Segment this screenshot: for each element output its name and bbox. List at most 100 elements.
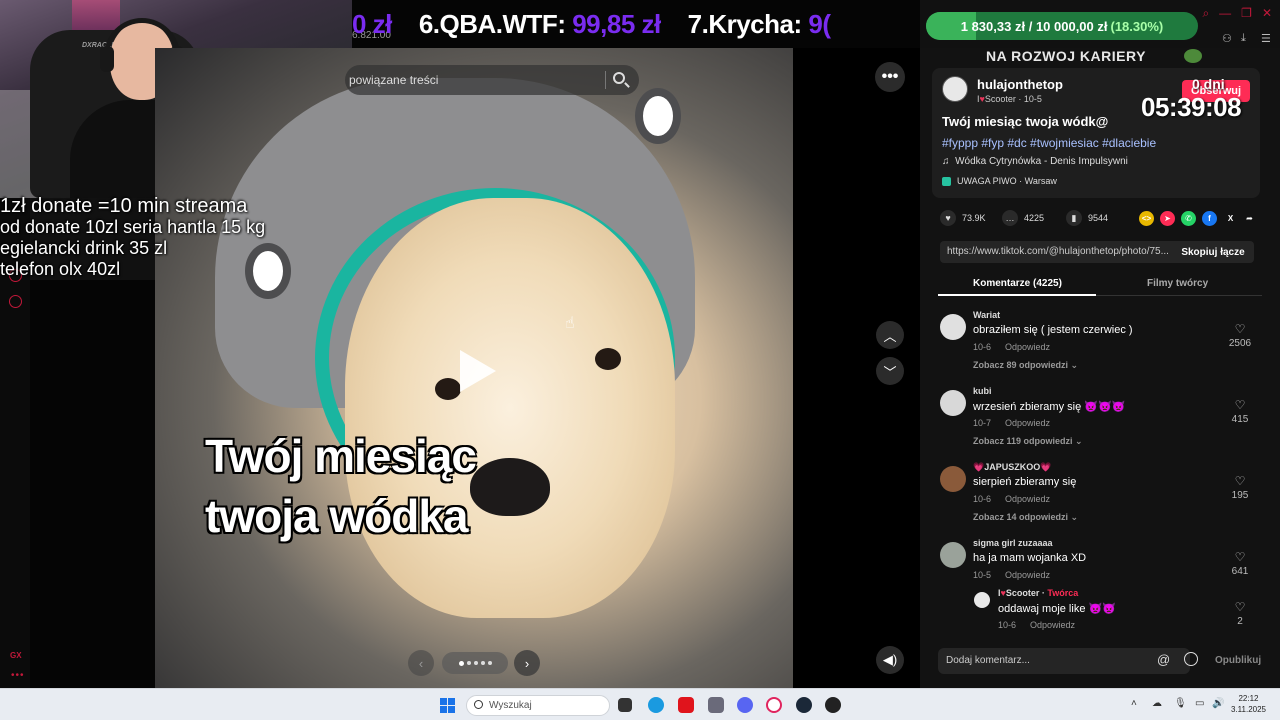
- x-icon[interactable]: X: [1223, 211, 1238, 226]
- minimize-icon[interactable]: —: [1219, 6, 1231, 26]
- commenter-name[interactable]: 💗JAPUSZKOO💗: [973, 462, 1051, 473]
- commenter-name[interactable]: kubi: [973, 386, 992, 396]
- send-icon[interactable]: ➤: [1160, 211, 1175, 226]
- comment-meta: 10-6 Odpowiedz: [973, 494, 1064, 504]
- tray-expand-icon[interactable]: ˄: [1131, 698, 1137, 709]
- heart-outline-icon[interactable]: ♡: [1220, 600, 1260, 614]
- comment-like[interactable]: ♡ 641: [1220, 550, 1260, 577]
- commenter-avatar[interactable]: [940, 314, 966, 340]
- author-username[interactable]: hulajonthetop: [977, 77, 1063, 92]
- embed-icon[interactable]: <>: [1139, 211, 1154, 226]
- like-button[interactable]: ♥ 73.9K: [940, 210, 986, 226]
- comment-button[interactable]: … 4225: [1002, 210, 1044, 226]
- clock-date: 3.11.2025: [1231, 705, 1266, 714]
- gx-icon[interactable]: GX: [10, 651, 22, 660]
- comment-date: 10-6: [973, 494, 992, 504]
- tab-creator-videos[interactable]: Filmy twórcy: [1147, 278, 1208, 289]
- copy-link-button[interactable]: Skopiuj łącze: [1172, 241, 1254, 263]
- volume-icon[interactable]: ◀): [876, 646, 904, 674]
- cloud-icon[interactable]: ☁: [1152, 698, 1162, 709]
- comment-like[interactable]: ♡ 2506: [1220, 322, 1260, 349]
- reply-button[interactable]: Odpowiedz: [1030, 620, 1075, 630]
- view-replies-button[interactable]: Zobacz 14 odpowiedzi ⌄: [973, 512, 1078, 523]
- commenter-avatar[interactable]: [974, 592, 990, 608]
- reply-button[interactable]: Odpowiedz: [1005, 570, 1050, 580]
- view-replies-button[interactable]: Zobacz 119 odpowiedzi ⌄: [973, 436, 1083, 447]
- emoji-icon[interactable]: [1184, 652, 1198, 666]
- carousel-next-button[interactable]: ›: [514, 650, 540, 676]
- menu-icon[interactable]: ☰: [1261, 32, 1271, 45]
- carousel-dot[interactable]: [487, 661, 492, 665]
- related-search-bar[interactable]: powiązane treści: [345, 65, 639, 95]
- youtube-icon[interactable]: [678, 697, 694, 713]
- carousel-dot[interactable]: [458, 660, 464, 666]
- whatsapp-icon[interactable]: ✆: [1181, 211, 1196, 226]
- comment-like[interactable]: ♡ 2: [1220, 600, 1260, 627]
- view-replies-button[interactable]: Zobacz 89 odpowiedzi ⌄: [973, 360, 1078, 371]
- edge-icon[interactable]: [648, 697, 664, 713]
- commenter-name[interactable]: Wariat: [973, 310, 1000, 320]
- facebook-icon[interactable]: f: [1202, 211, 1217, 226]
- profile-icon[interactable]: ⚇: [1222, 32, 1232, 45]
- mention-icon[interactable]: @: [1157, 652, 1170, 667]
- music-title[interactable]: Wódka Cytrynówka - Denis Impulsywni: [955, 156, 1128, 167]
- restore-icon[interactable]: ❐: [1241, 6, 1252, 26]
- search-icon[interactable]: ⌕: [1202, 6, 1209, 26]
- location-name[interactable]: UWAGA PIWO · Warsaw: [957, 176, 1057, 186]
- save-button[interactable]: ▮ 9544: [1066, 210, 1108, 226]
- carousel-dot[interactable]: [473, 661, 478, 665]
- task-view-icon[interactable]: [618, 698, 632, 712]
- taskbar-search[interactable]: Wyszukaj: [466, 695, 610, 716]
- more-options-button[interactable]: •••: [875, 62, 905, 92]
- commenter-avatar[interactable]: [940, 466, 966, 492]
- taskbar-search-input[interactable]: Wyszukaj: [489, 700, 532, 711]
- add-comment-input[interactable]: Dodaj komentarz...: [938, 648, 1190, 674]
- heart-outline-icon[interactable]: ♡: [1220, 398, 1260, 412]
- commenter-avatar[interactable]: [940, 390, 966, 416]
- creator-badge: Twórca: [1047, 588, 1079, 598]
- comment-like[interactable]: ♡ 415: [1220, 398, 1260, 425]
- tab-comments[interactable]: Komentarze (4225): [973, 278, 1062, 289]
- commenter-avatar[interactable]: [940, 542, 966, 568]
- commenter-name[interactable]: sigma girl zuzaaaa: [973, 538, 1053, 548]
- commenter-name[interactable]: I♥Scooter · Twórca: [998, 588, 1078, 598]
- search-icon[interactable]: [613, 72, 625, 84]
- save-count: 9544: [1088, 213, 1109, 223]
- speaker-icon[interactable]: 🔊: [1212, 698, 1224, 709]
- discord-icon[interactable]: [737, 697, 753, 713]
- close-icon[interactable]: ✕: [1262, 6, 1272, 26]
- steam-icon[interactable]: [796, 697, 812, 713]
- previous-video-button[interactable]: ︿: [876, 321, 904, 349]
- post-hashtags[interactable]: #fyppp #fyp #dc #twojmiesiac #dlaciebie: [942, 136, 1156, 150]
- more-icon[interactable]: •••: [11, 670, 25, 681]
- carousel-dot[interactable]: [480, 661, 485, 665]
- reply-button[interactable]: Odpowiedz: [1005, 494, 1050, 504]
- heart-outline-icon[interactable]: ♡: [1220, 474, 1260, 488]
- heart-outline-icon[interactable]: ♡: [1220, 550, 1260, 564]
- author-avatar[interactable]: [942, 76, 968, 102]
- play-icon[interactable]: [460, 350, 496, 392]
- post-link-field[interactable]: https://www.tiktok.com/@hulajonthetop/ph…: [940, 241, 1172, 263]
- carousel-dot[interactable]: [466, 661, 471, 665]
- publish-button[interactable]: Opublikuj: [1215, 655, 1261, 666]
- network-icon[interactable]: ▭: [1195, 698, 1204, 709]
- related-search-input[interactable]: powiązane treści: [349, 73, 438, 87]
- music-link[interactable]: ♫ Wódka Cytrynówka - Denis Impulsywni: [942, 156, 1128, 167]
- heart-outline-icon[interactable]: ♡: [1220, 322, 1260, 336]
- reply-button[interactable]: Odpowiedz: [1005, 342, 1050, 352]
- download-icon[interactable]: ⤓: [1241, 32, 1246, 45]
- system-clock[interactable]: 22:12 3.11.2025: [1231, 693, 1266, 715]
- opera-gx-icon[interactable]: [766, 697, 782, 713]
- snipping-tool-icon[interactable]: [708, 697, 724, 713]
- share-arrow-icon[interactable]: ➦: [1242, 211, 1257, 226]
- photo-post[interactable]: Twój miesiąc twoja wódka ☝ ‹ ›: [155, 48, 793, 688]
- settings-icon[interactable]: [9, 295, 22, 308]
- reply-button[interactable]: Odpowiedz: [1005, 418, 1050, 428]
- location-link[interactable]: UWAGA PIWO · Warsaw: [942, 176, 1057, 187]
- obs-icon[interactable]: [825, 697, 841, 713]
- comment-like[interactable]: ♡ 195: [1220, 474, 1260, 501]
- carousel-prev-button[interactable]: ‹: [408, 650, 434, 676]
- windows-start-icon[interactable]: [440, 698, 455, 713]
- next-video-button[interactable]: ﹀: [876, 357, 904, 385]
- microphone-icon[interactable]: 🎙: [1174, 698, 1187, 709]
